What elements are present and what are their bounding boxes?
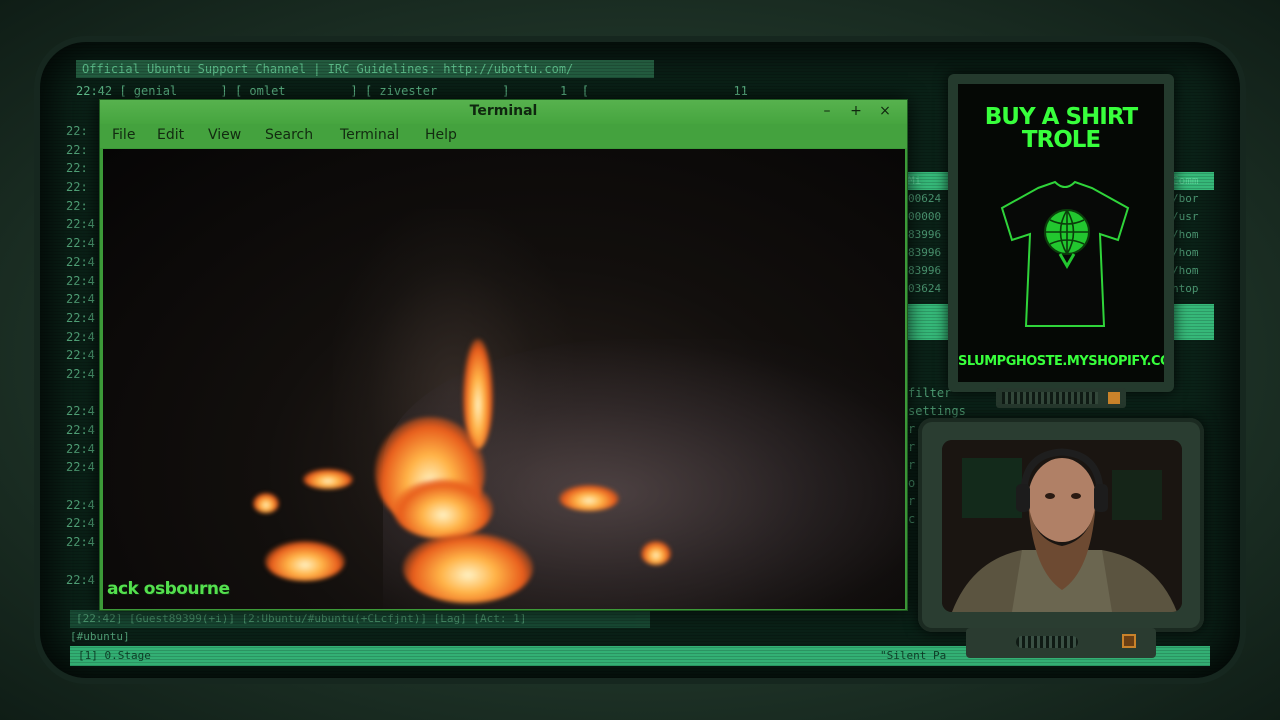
fire-flame [403,533,533,603]
ad-title: BUY A SHIRT TROLE [958,106,1164,152]
video-feed[interactable]: ack osbourne [103,149,905,609]
fire-flame [253,493,279,513]
menu-search[interactable]: Search [265,127,313,143]
webcam-frame [918,418,1204,632]
htop-row-left: Mi [908,174,922,187]
shirt-ad[interactable]: BUY A SHIRT TROLE SLUMPGHOSTE.MYSHOPIFY.… [958,84,1164,382]
tmux-right-label: "Silent Pa [880,649,947,662]
menu-view[interactable]: View [208,127,241,143]
menu-terminal[interactable]: Terminal [340,127,399,143]
ad-title-line1: BUY A SHIRT [984,104,1138,130]
ad-stand [996,388,1126,408]
menu-file[interactable]: File [112,127,135,143]
tshirt-icon [1000,180,1130,327]
tmux-window-label: [1] 0.Stage [78,649,151,662]
webcam-feed [942,440,1182,612]
htop-row-right: /hom [1172,228,1199,241]
minimize-button[interactable]: – [818,103,836,119]
terminal-titlebar[interactable]: Terminal – + × [100,100,907,124]
fire-flame [641,541,671,565]
htop-row-left: 00000 [908,210,942,223]
speaker-grill [1002,392,1098,404]
htop-row-left: 83996 [908,228,942,241]
ad-title-line2: TROLE [1021,127,1101,153]
fire-flame [265,541,345,581]
htop-row-right: /hom [1172,264,1199,277]
htop-row-left: 03624 [908,282,942,295]
power-knob [1122,634,1136,648]
fire-flame [393,479,493,539]
irc-status-bar: [22:42] [Guest89399(+i)] [2:Ubuntu/#ubun… [70,610,650,628]
htop-row-left: 83996 [908,246,942,259]
irc-nick-list: 22:42 [ genial ] [ omlet ] [ zivester ] … [76,84,748,98]
htop-row-left: 00624 [908,192,942,205]
terminal-window[interactable]: Terminal – + × File Edit View Search Ter… [99,99,908,611]
htop-row-right: Comm [1172,174,1199,187]
video-caption: ack osbourne [107,579,230,599]
htop-row-right: /usr [1172,210,1199,223]
menu-edit[interactable]: Edit [157,127,184,143]
shirt-ad-frame: BUY A SHIRT TROLE SLUMPGHOSTE.MYSHOPIFY.… [948,74,1174,392]
webcam-stand [966,628,1156,658]
streamer-figure [942,440,1182,612]
menu-help[interactable]: Help [425,127,457,143]
fire-flame [559,485,619,511]
irc-input-line[interactable]: [#ubuntu] [70,630,130,643]
ad-url-link[interactable]: SLUMPGHOSTE.MYSHOPIFY.COM [958,354,1164,369]
close-button[interactable]: × [876,103,894,119]
htop-row-left: 83996 [908,264,942,277]
htop-row-right: /hom [1172,246,1199,259]
power-led [1108,392,1120,404]
terminal-title: Terminal [469,103,538,119]
terminal-menubar: File Edit View Search Terminal Help [100,124,907,148]
fire-flame [303,469,353,489]
htop-row-right: htop [1172,282,1199,295]
speaker-grill [1016,636,1078,648]
maximize-button[interactable]: + [847,103,865,119]
irc-topic-bar: Official Ubuntu Support Channel | IRC Gu… [76,60,654,78]
htop-row-right: /bor [1172,192,1199,205]
